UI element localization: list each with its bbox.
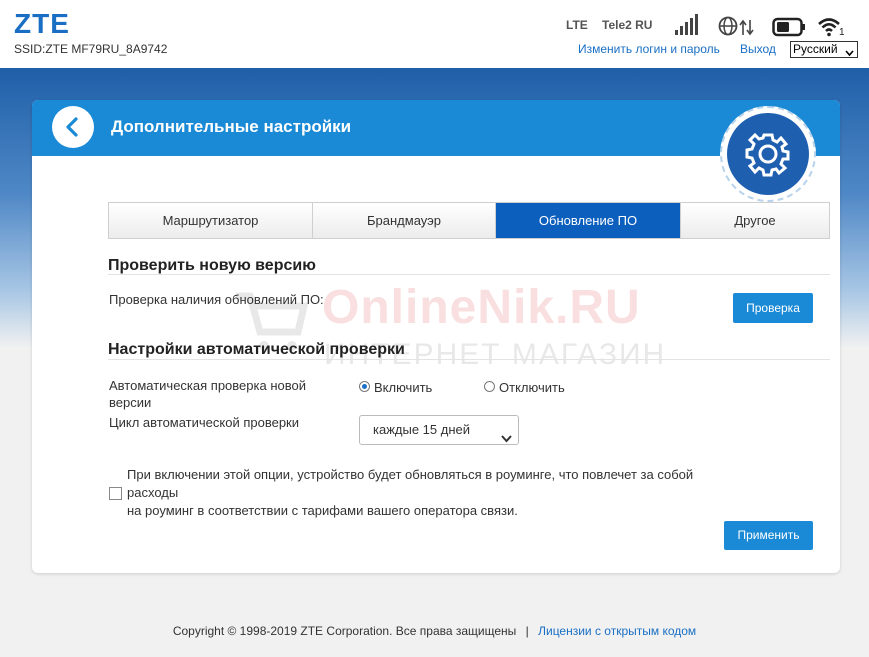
- change-login-link[interactable]: Изменить логин и пароль: [578, 42, 720, 56]
- divider: [108, 359, 830, 360]
- operator-label: Tele2 RU: [602, 18, 653, 32]
- auto-check-label: Автоматическая проверка новой версии: [109, 377, 306, 411]
- chevron-down-icon: [845, 46, 854, 61]
- settings-tabs: Маршрутизатор Брандмауэр Обновление ПО Д…: [108, 202, 830, 239]
- battery-icon: [772, 17, 806, 37]
- apply-button[interactable]: Применить: [724, 521, 813, 550]
- wifi-clients-count: 1: [839, 27, 845, 38]
- cycle-label: Цикл автоматической проверки: [109, 415, 300, 430]
- radio-disable-label[interactable]: Отключить: [499, 380, 565, 395]
- page-title: Дополнительные настройки: [111, 117, 352, 136]
- auto-check-label-line2: версии: [109, 395, 152, 410]
- check-section-title: Проверить новую версию: [108, 257, 316, 274]
- settings-card: Дополнительные настройки Маршрутизатор Б…: [32, 100, 840, 573]
- cycle-value: каждые 15 дней: [373, 422, 470, 437]
- roaming-checkbox[interactable]: [109, 487, 122, 500]
- auto-check-label-line1: Автоматическая проверка новой: [109, 378, 306, 393]
- roaming-notice: При включении этой опции, устройство буд…: [127, 466, 747, 520]
- language-value: Русский: [793, 42, 838, 56]
- watermark-main: OnlineNik.RU: [322, 281, 641, 334]
- radio-enable-label[interactable]: Включить: [374, 380, 432, 395]
- divider: [108, 274, 830, 275]
- radio-disable[interactable]: [484, 381, 495, 392]
- chevron-down-icon: [501, 425, 512, 453]
- tab-router[interactable]: Маршрутизатор: [109, 203, 313, 238]
- tab-other[interactable]: Другое: [681, 203, 829, 238]
- roaming-globe-icon: [717, 16, 757, 38]
- roaming-notice-line1: При включении этой опции, устройство буд…: [127, 467, 694, 500]
- footer: Copyright © 1998-2019 ZTE Corporation. В…: [0, 624, 869, 638]
- tab-firewall[interactable]: Брандмауэр: [313, 203, 496, 238]
- cycle-select[interactable]: каждые 15 дней: [359, 415, 519, 445]
- auto-section-title: Настройки автоматической проверки: [108, 341, 405, 358]
- license-link[interactable]: Лицензии с открытым кодом: [538, 624, 696, 638]
- back-icon: [66, 117, 78, 137]
- top-header: ZTE SSID:ZTE MF79RU_8A9742 LTE Tele2 RU: [0, 0, 869, 68]
- gear-badge: [720, 106, 816, 202]
- logout-link[interactable]: Выход: [740, 42, 776, 56]
- check-button[interactable]: Проверка: [733, 293, 813, 323]
- signal-bars-icon: [674, 14, 698, 36]
- language-select[interactable]: Русский: [790, 41, 858, 58]
- wifi-icon: 1: [817, 15, 847, 39]
- copyright-text: Copyright © 1998-2019 ZTE Corporation. В…: [172, 624, 517, 638]
- network-type-label: LTE: [566, 18, 588, 32]
- ssid-label: SSID:ZTE MF79RU_8A9742: [14, 42, 168, 56]
- roaming-notice-line2: на роуминг в соответствии с тарифами ваш…: [127, 503, 518, 518]
- back-button[interactable]: [52, 106, 94, 148]
- check-updates-label: Проверка наличия обновлений ПО:: [109, 292, 324, 307]
- footer-separator: |: [525, 624, 529, 638]
- radio-enable[interactable]: [359, 381, 370, 392]
- tab-firmware-update[interactable]: Обновление ПО: [496, 203, 681, 238]
- zte-logo: ZTE: [14, 8, 70, 39]
- gear-icon: [727, 113, 809, 195]
- card-header: Дополнительные настройки: [32, 100, 840, 156]
